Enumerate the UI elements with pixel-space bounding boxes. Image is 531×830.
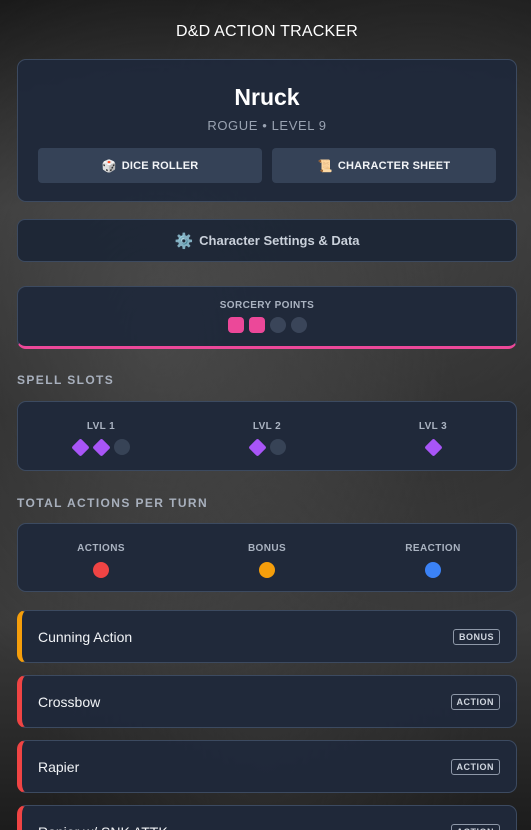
spell-slot-used[interactable] <box>269 439 286 455</box>
ability-item[interactable]: Cunning Action BONUS <box>17 610 517 663</box>
action-type-bonus: BONUS <box>184 543 350 591</box>
spell-slots-heading: SPELL SLOTS <box>17 373 115 387</box>
action-type-label: BONUS <box>247 543 287 554</box>
sorcery-point-filled[interactable] <box>248 317 265 333</box>
sorcery-point-filled[interactable] <box>227 317 244 333</box>
sorcery-points-label: SORCERY POINTS <box>219 300 315 311</box>
spell-slot-level-label: LVL 3 <box>418 421 448 432</box>
spell-slot-level: LVL 1 <box>18 421 184 470</box>
spell-slot-pips <box>350 437 516 457</box>
character-card: Nruck ROGUE • LEVEL 9 🎲 DICE ROLLER 📜 CH… <box>17 59 517 202</box>
ability-item[interactable]: Crossbow ACTION <box>17 675 517 728</box>
dice-icon: 🎲 <box>101 158 117 173</box>
ability-type-badge: BONUS <box>452 628 500 645</box>
character-class-level: ROGUE • LEVEL 9 <box>207 118 327 133</box>
sorcery-points-pips <box>18 317 516 333</box>
spell-slot-available[interactable] <box>423 437 443 457</box>
spell-slot-available[interactable] <box>92 437 111 457</box>
action-type-label: REACTION <box>405 543 461 554</box>
ability-name: Cunning Action <box>38 628 133 645</box>
character-button-row: 🎲 DICE ROLLER 📜 CHARACTER SHEET <box>18 148 516 183</box>
sorcery-point-empty[interactable] <box>290 317 307 333</box>
actions-per-turn-heading: TOTAL ACTIONS PER TURN <box>17 496 209 510</box>
action-available-dot[interactable] <box>93 562 109 578</box>
spell-slot-available[interactable] <box>247 437 267 457</box>
app-title: D&D ACTION TRACKER <box>176 23 358 40</box>
ability-name: Rapier w/ SNK ATTK <box>38 824 168 830</box>
action-available-dot[interactable] <box>425 562 441 578</box>
spell-slot-available[interactable] <box>71 437 90 457</box>
ability-type-badge: ACTION <box>450 758 500 775</box>
gear-icon: ⚙️ <box>174 232 194 250</box>
character-settings-button[interactable]: ⚙️ Character Settings & Data <box>17 219 517 262</box>
action-type-label: ACTIONS <box>77 543 125 554</box>
spell-slot-level-label: LVL 1 <box>86 421 116 432</box>
character-sheet-button[interactable]: 📜 CHARACTER SHEET <box>272 148 496 183</box>
ability-item[interactable]: Rapier ACTION <box>17 740 517 793</box>
action-type-reaction: REACTION <box>350 543 516 591</box>
ability-list: Cunning Action BONUS Crossbow ACTION Rapier A… <box>17 610 517 830</box>
spell-slot-pips <box>18 437 184 457</box>
character-name: Nruck <box>234 84 300 110</box>
character-sheet-label: CHARACTER SHEET <box>337 159 451 172</box>
spell-slots-card: LVL 1 LVL 2 LVL 3 <box>17 401 517 471</box>
ability-item[interactable]: Rapier w/ SNK ATTK ACTION <box>17 805 517 830</box>
action-type-actions: ACTIONS <box>18 543 184 591</box>
app-container: D&D ACTION TRACKER Nruck ROGUE • LEVEL 9… <box>17 0 517 830</box>
spell-slot-pips <box>184 437 350 457</box>
dice-roller-button[interactable]: 🎲 DICE ROLLER <box>38 148 262 183</box>
ability-name: Rapier <box>38 758 80 775</box>
spell-slot-used[interactable] <box>114 439 130 455</box>
character-settings-label: Character Settings & Data <box>199 233 360 248</box>
sorcery-points-card: SORCERY POINTS <box>17 286 517 349</box>
spell-slot-level: LVL 2 <box>184 421 350 470</box>
scroll-icon: 📜 <box>317 158 333 173</box>
ability-type-badge: ACTION <box>450 823 500 830</box>
dice-roller-label: DICE ROLLER <box>121 159 199 172</box>
ability-name: Crossbow <box>38 693 101 710</box>
ability-type-badge: ACTION <box>450 693 500 710</box>
actions-per-turn-card: ACTIONS BONUS REACTION <box>17 523 517 592</box>
sorcery-point-empty[interactable] <box>269 317 286 333</box>
spell-slot-level: LVL 3 <box>350 421 516 470</box>
action-available-dot[interactable] <box>259 562 275 578</box>
spell-slot-level-label: LVL 2 <box>252 421 282 432</box>
